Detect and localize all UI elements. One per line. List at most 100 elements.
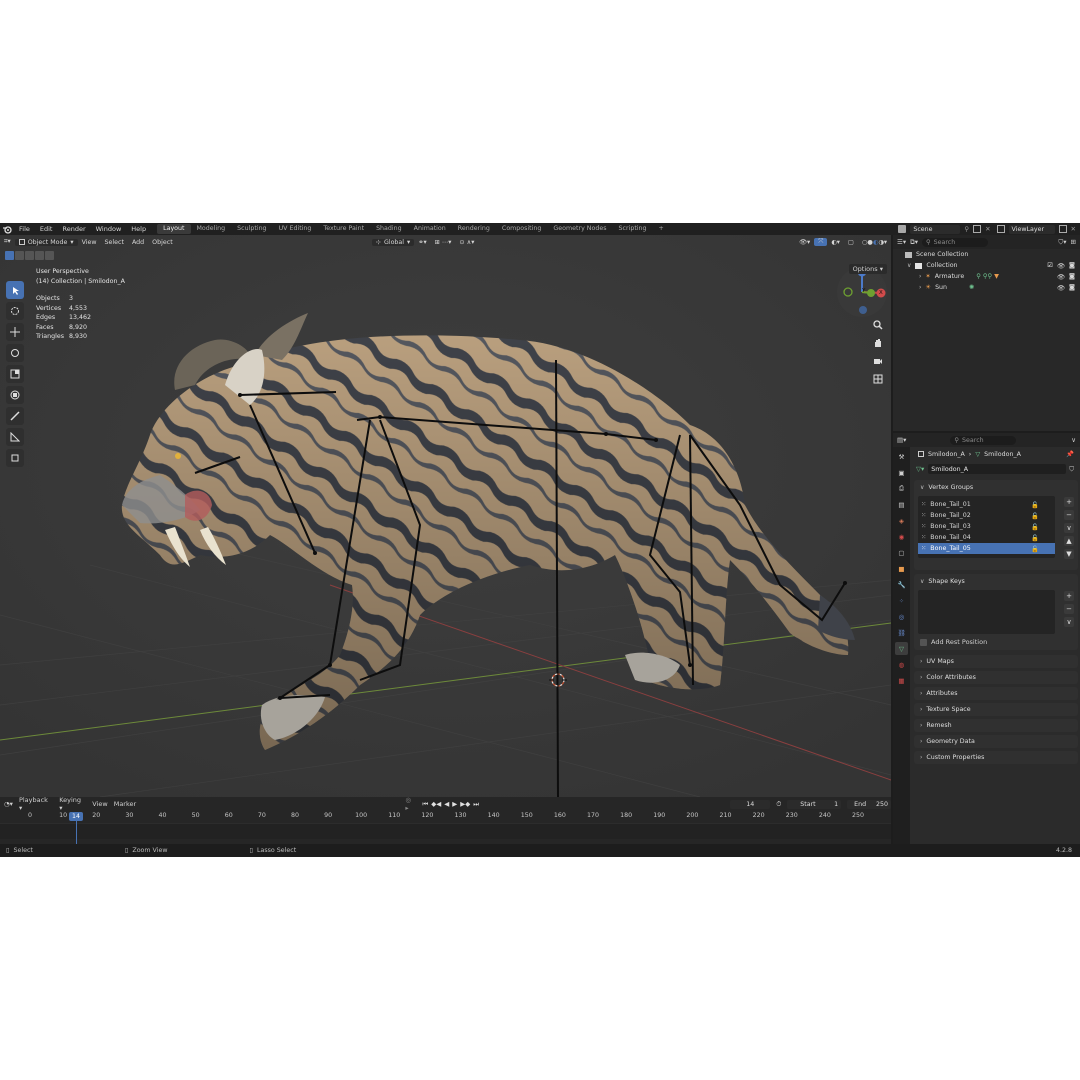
list-item[interactable]: ⁙ Bone_Tail_03 🔓	[918, 521, 1055, 532]
jump-end-icon[interactable]: ⏭	[473, 800, 479, 809]
tab-scripting[interactable]: Scripting	[613, 224, 653, 234]
outliner-item-sun[interactable]: › ☀ Sun ✺ 👁 ◙	[893, 282, 1080, 293]
vertex-groups-list[interactable]: ⁙ Bone_Tail_01 🔓 ⁙ Bone_Tail_02 🔓 ⁙ Bone…	[918, 496, 1055, 558]
clock-icon[interactable]: ◔▾	[4, 800, 13, 808]
world-tab-icon[interactable]: ◉	[895, 530, 908, 543]
select-invert-icon[interactable]	[35, 251, 44, 260]
modifiers-tab-icon[interactable]: 🔧	[895, 578, 908, 591]
timeline-ruler[interactable]: 0 10 20 30 40 50 60 70 80 90 100 110 120 130 140 150 160…	[0, 812, 891, 822]
list-item[interactable]: ⁙ Bone_Tail_02 🔓	[918, 510, 1055, 521]
new-collection-icon[interactable]: ⊞	[1071, 238, 1076, 246]
tab-layout[interactable]: Layout	[157, 224, 191, 234]
camera-icon[interactable]: ◙	[1069, 262, 1075, 270]
camera-icon[interactable]: ◙	[1069, 273, 1075, 281]
chevron-right-icon[interactable]: ›	[919, 284, 921, 291]
chevron-down-icon[interactable]: ∨	[907, 262, 911, 269]
shape-keys-header[interactable]: ∨ Shape Keys	[914, 574, 1078, 588]
attributes-panel[interactable]: › Attributes	[914, 687, 1078, 700]
menu-render[interactable]: Render	[57, 225, 90, 233]
menu-window[interactable]: Window	[91, 225, 127, 233]
move-down-icon[interactable]: ▼	[1064, 549, 1074, 559]
blender-logo-icon[interactable]	[0, 223, 14, 235]
add-icon[interactable]: +	[1064, 591, 1074, 601]
current-frame-field[interactable]: 14	[730, 799, 771, 809]
add-icon[interactable]: +	[1064, 497, 1074, 507]
tab-shading[interactable]: Shading	[370, 224, 408, 234]
annotate-tool-icon[interactable]	[6, 407, 24, 425]
add-cube-tool-icon[interactable]	[6, 449, 24, 467]
select-box-tool-icon[interactable]	[6, 281, 24, 299]
list-item[interactable]: ⁙ Bone_Tail_04 🔓	[918, 532, 1055, 543]
menu-object[interactable]: Object	[148, 239, 177, 246]
checkbox-icon[interactable]: ☑	[1047, 262, 1053, 270]
texture-tab-icon[interactable]: ▦	[895, 674, 908, 687]
output-tab-icon[interactable]: ⎙	[895, 482, 908, 495]
overlays-icon[interactable]: ◐▾	[827, 239, 844, 246]
display-mode-icon[interactable]: ⧉▾	[910, 238, 918, 247]
vertex-groups-header[interactable]: ∨ Vertex Groups	[914, 480, 1078, 494]
uv-maps-panel[interactable]: › UV Maps	[914, 655, 1078, 668]
pivot-icon[interactable]: ⚭▾	[414, 239, 430, 246]
select-intersect-icon[interactable]	[45, 251, 54, 260]
properties-editor[interactable]: ⚒ ▣ ⎙ ▤ ◈ ◉ ▢ ■ 🔧 ⁘ ◎ ⛓ ▽ ◍ ▦ Smilodon_A…	[893, 433, 1080, 844]
fake-user-shield-icon[interactable]: ⛉	[1069, 465, 1074, 474]
transform-orientation-dropdown[interactable]: ⊹ Global ▾	[371, 238, 415, 246]
physics-tab-icon[interactable]: ◎	[895, 610, 908, 623]
outliner[interactable]: ☰▾ ⧉▾ ⚲ Search ⛉▾ ⊞ Scene Collection ∨ C…	[893, 235, 1080, 431]
current-frame-indicator[interactable]: 14	[69, 812, 83, 821]
geometry-data-panel[interactable]: › Geometry Data	[914, 735, 1078, 748]
menu-add[interactable]: Add	[128, 239, 148, 246]
rotate-tool-icon[interactable]	[6, 344, 24, 362]
tab-geometry-nodes[interactable]: Geometry Nodes	[547, 224, 612, 234]
cursor-tool-icon[interactable]	[6, 302, 24, 320]
xray-icon[interactable]: ▢	[844, 239, 858, 246]
add-rest-position-row[interactable]: Add Rest Position	[920, 638, 987, 646]
options-dropdown[interactable]: Options ▾	[848, 264, 887, 274]
menu-view-timeline[interactable]: View	[92, 800, 107, 808]
start-frame-field[interactable]: Start 1	[787, 799, 842, 809]
snap-icon[interactable]: ⊞ ⋯▾	[431, 239, 456, 246]
transform-tool-icon[interactable]	[6, 386, 24, 404]
end-frame-field[interactable]: End 250	[847, 799, 891, 809]
visibility-icon[interactable]: 👁▾	[795, 238, 814, 246]
eye-icon[interactable]: 👁	[1057, 273, 1065, 281]
move-up-icon[interactable]: ▲	[1064, 536, 1074, 546]
menu-edit[interactable]: Edit	[35, 225, 58, 233]
zoom-icon[interactable]	[870, 317, 886, 333]
scene-field[interactable]: Scene	[910, 224, 961, 234]
color-attributes-panel[interactable]: › Color Attributes	[914, 671, 1078, 684]
checkbox[interactable]	[920, 638, 927, 646]
custom-properties-panel[interactable]: › Custom Properties	[914, 751, 1078, 764]
menu-chevron-icon[interactable]: ∨	[1064, 523, 1074, 533]
tool-tab-icon[interactable]: ⚒	[895, 450, 908, 463]
pin-icon[interactable]: ⚲	[964, 225, 969, 233]
selection-mode-buttons[interactable]	[5, 251, 54, 260]
tab-animation[interactable]: Animation	[408, 224, 452, 234]
stopwatch-icon[interactable]: ⏱	[776, 800, 781, 809]
view-layer-tab-icon[interactable]: ▤	[895, 498, 908, 511]
remesh-panel[interactable]: › Remesh	[914, 719, 1078, 732]
camera-icon[interactable]: ◙	[1069, 284, 1075, 292]
pin-icon[interactable]: 📌	[1066, 450, 1074, 458]
remove-icon[interactable]: −	[1064, 510, 1074, 520]
pan-hand-icon[interactable]	[870, 335, 886, 351]
lock-icon[interactable]: 🔓	[1031, 545, 1039, 553]
play-icon[interactable]: ▶	[452, 800, 457, 809]
tab-compositing[interactable]: Compositing	[496, 224, 547, 234]
texture-space-panel[interactable]: › Texture Space	[914, 703, 1078, 716]
outliner-collection[interactable]: ∨ Collection ☑ 👁 ◙	[893, 260, 1080, 271]
jump-start-icon[interactable]: ⏮	[422, 800, 428, 809]
lock-icon[interactable]: 🔓	[1031, 523, 1039, 531]
view-layer-field[interactable]: ViewLayer	[1008, 224, 1055, 234]
collection-tab-icon[interactable]: ▢	[895, 546, 908, 559]
scale-tool-icon[interactable]	[6, 365, 24, 383]
tab-sculpting[interactable]: Sculpting	[231, 224, 272, 234]
menu-file[interactable]: File	[14, 225, 35, 233]
chevron-right-icon[interactable]: ›	[919, 273, 921, 280]
ortho-grid-icon[interactable]	[870, 371, 886, 387]
outliner-editor-icon[interactable]: ☰▾	[897, 238, 906, 246]
editor-type-icon[interactable]: ⌗▾	[0, 238, 15, 246]
material-tab-icon[interactable]: ◍	[895, 658, 908, 671]
menu-marker[interactable]: Marker	[114, 800, 136, 808]
menu-select[interactable]: Select	[101, 239, 128, 246]
